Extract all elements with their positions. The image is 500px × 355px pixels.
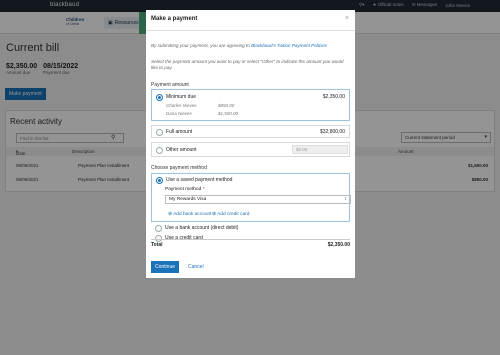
add-bank-account-label: Add bank account <box>173 212 212 217</box>
modal-footer: Continue Cancel <box>146 258 355 278</box>
add-credit-card-label: Add credit card <box>217 212 250 217</box>
option-full-amount[interactable]: Full amount $32,800.00 <box>151 125 350 138</box>
add-bank-account-link[interactable]: ⊕ Add bank account <box>168 212 212 217</box>
total-label: Total <box>151 242 163 248</box>
other-amount-radio[interactable] <box>156 147 163 154</box>
saved-method-label: Use a saved payment method <box>166 177 233 183</box>
policy-agreement-text: By submitting your payment, you are agre… <box>151 43 350 49</box>
student-amount: $1,500.00 <box>218 111 239 116</box>
total-value: $2,350.00 <box>327 242 350 248</box>
continue-button[interactable]: Continue <box>151 261 180 273</box>
minimum-due-radio[interactable] <box>156 94 163 101</box>
total-divider <box>151 239 350 240</box>
student-name: Dana Nieves <box>166 111 192 116</box>
option-other-amount[interactable]: Other amount $0.00 <box>151 142 350 157</box>
payment-method-field-text: Payment method <box>165 187 202 192</box>
minimum-due-label: Minimum due <box>166 94 197 100</box>
make-payment-modal: Make a payment × By submitting your paym… <box>146 10 355 278</box>
payment-method-label: Choose payment method <box>151 165 207 171</box>
modal-header: Make a payment × <box>146 10 355 31</box>
close-icon[interactable]: × <box>345 15 349 22</box>
policy-link[interactable]: Blackbaud's Tuition Payment Policies <box>251 43 327 48</box>
chevron-updown-icon: ↕ <box>344 196 348 202</box>
option-minimum-due[interactable]: Minimum due $2,350.00 Charles Nieves $85… <box>151 89 350 121</box>
plus-icon: ⊕ <box>168 212 173 217</box>
payment-amount-label: Payment amount <box>151 82 189 88</box>
minimum-due-amount: $2,350.00 <box>322 94 345 100</box>
modal-title: Make a payment <box>151 16 198 22</box>
add-credit-card-link[interactable]: ⊕ Add credit card <box>212 212 249 217</box>
payment-method-select[interactable]: My Rewards Visa ↕ <box>165 195 351 204</box>
payment-instructions: Select the payment amount you want to pa… <box>151 59 344 70</box>
bank-account-label: Use a bank account (direct debit) <box>165 225 239 231</box>
saved-method-radio[interactable] <box>156 177 163 184</box>
full-amount-label: Full amount <box>166 129 193 135</box>
student-name: Charles Nieves <box>166 103 197 108</box>
other-amount-label: Other amount <box>166 147 197 153</box>
cancel-button[interactable]: Cancel <box>188 261 204 273</box>
credit-card-label: Use a credit card <box>165 235 203 241</box>
plus-icon: ⊕ <box>212 212 217 217</box>
full-amount-radio[interactable] <box>156 129 163 136</box>
other-amount-input[interactable]: $0.00 <box>292 145 348 154</box>
bank-account-radio[interactable] <box>155 225 162 232</box>
payment-method-field-label: Payment method * <box>165 187 205 192</box>
payment-method-value: My Rewards Visa <box>169 197 207 202</box>
student-amount: $850.00 <box>218 103 235 108</box>
full-amount-value: $32,800.00 <box>319 129 345 135</box>
option-saved-method[interactable]: Use a saved payment method Payment metho… <box>151 173 351 222</box>
policy-agreement-label: By submitting your payment, you are agre… <box>151 43 250 48</box>
